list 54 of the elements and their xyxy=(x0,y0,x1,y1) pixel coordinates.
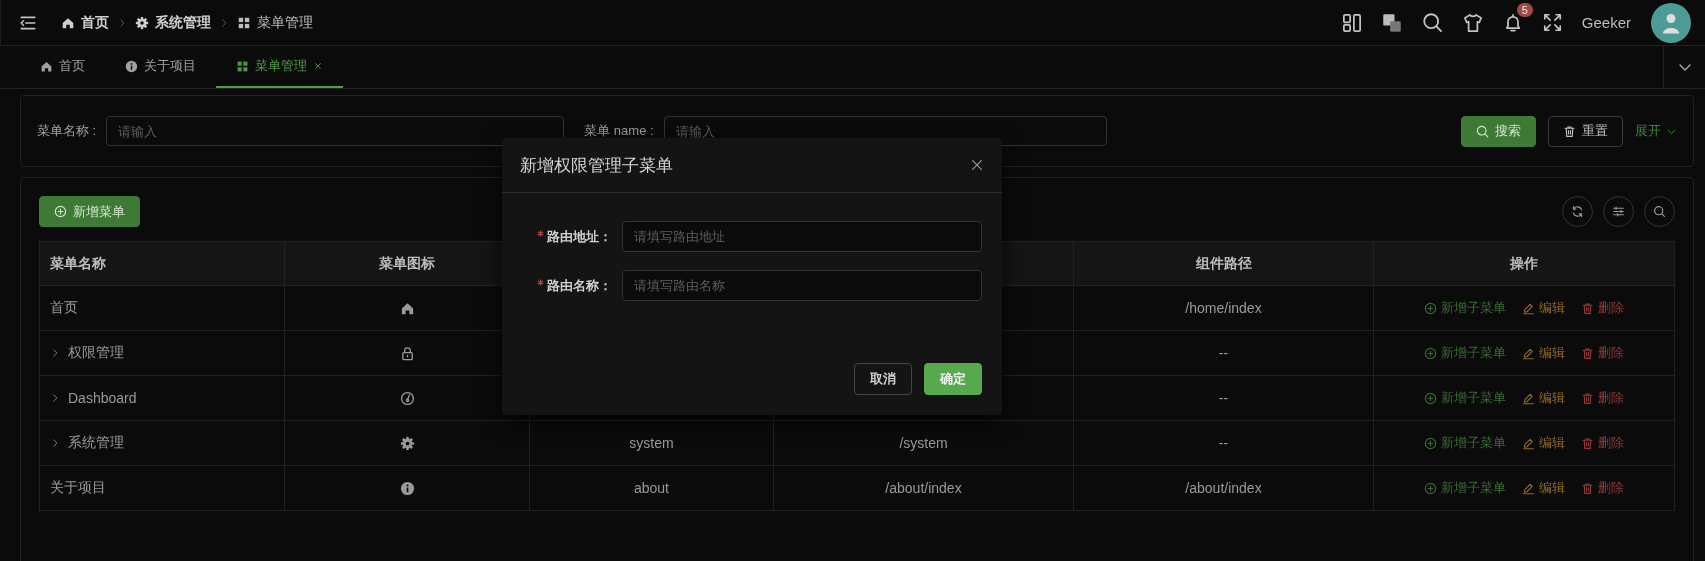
column-header: 菜单名称 xyxy=(40,242,285,286)
delete-link[interactable]: 删除 xyxy=(1581,479,1624,497)
field-label: 路由地址： xyxy=(547,227,612,246)
delete-link[interactable]: 删除 xyxy=(1581,299,1624,317)
column-header: 操作 xyxy=(1374,242,1675,286)
add-menu-button[interactable]: 新增菜单 xyxy=(39,196,140,227)
cancel-button[interactable]: 取消 xyxy=(854,363,912,395)
input-field[interactable]: 请输入 xyxy=(106,116,565,146)
search-button[interactable]: 搜索 xyxy=(1461,115,1536,147)
breadcrumb-item[interactable]: 系统管理 xyxy=(155,13,211,32)
delete-link[interactable]: 删除 xyxy=(1581,389,1624,407)
table-cell: /about/index xyxy=(1185,480,1262,496)
input-field[interactable]: 请填写路由名称 xyxy=(622,270,982,301)
input-field[interactable]: 请填写路由地址 xyxy=(622,221,982,252)
table-cell: -- xyxy=(1218,435,1229,451)
table-cell: /about/index xyxy=(885,480,962,496)
edit-link[interactable]: 编辑 xyxy=(1522,479,1565,497)
tab[interactable]: 菜单管理 xyxy=(216,46,343,88)
add-link[interactable]: 新增子菜单 xyxy=(1424,389,1506,407)
table-cell: about xyxy=(633,480,669,496)
table-cell: 权限管理 xyxy=(68,344,124,362)
add-link[interactable]: 新增子菜单 xyxy=(1424,434,1506,452)
table-cell: -- xyxy=(1218,390,1229,406)
table-cell: /home/index xyxy=(1185,300,1262,316)
table-cell: system xyxy=(629,435,674,451)
add-link[interactable]: 新增子菜单 xyxy=(1424,479,1506,497)
edit-link[interactable]: 编辑 xyxy=(1522,434,1565,452)
edit-link[interactable]: 编辑 xyxy=(1522,344,1565,362)
notification-badge: 5 xyxy=(1516,2,1533,17)
table-cell: /system xyxy=(899,435,948,451)
table-cell: 关于项目 xyxy=(50,479,106,497)
table-cell: Dashboard xyxy=(68,390,137,406)
table-cell: 系统管理 xyxy=(68,434,124,452)
dialog-title: 新增权限管理子菜单 xyxy=(520,154,673,177)
field-label: 路由名称： xyxy=(547,276,612,295)
delete-link[interactable]: 删除 xyxy=(1581,344,1624,362)
reset-button[interactable]: 重置 xyxy=(1548,115,1623,147)
edit-link[interactable]: 编辑 xyxy=(1522,299,1565,317)
table-cell: -- xyxy=(1218,345,1229,361)
edit-link[interactable]: 编辑 xyxy=(1522,389,1565,407)
breadcrumb-item[interactable]: 菜单管理 xyxy=(257,13,313,32)
field-label: 菜单 name : xyxy=(584,122,654,140)
username[interactable]: Geeker xyxy=(1581,14,1631,31)
expand-link[interactable]: 展开 xyxy=(1635,122,1677,140)
column-header: 组件路径 xyxy=(1074,242,1374,286)
add-link[interactable]: 新增子菜单 xyxy=(1424,299,1506,317)
add-link[interactable]: 新增子菜单 xyxy=(1424,344,1506,362)
tab[interactable]: 首页 xyxy=(20,46,105,88)
table-cell: 首页 xyxy=(50,299,78,317)
tab[interactable]: 关于项目 xyxy=(105,46,216,88)
breadcrumb-item[interactable]: 首页 xyxy=(81,13,109,32)
field-label: 菜单名称 : xyxy=(37,122,97,140)
delete-link[interactable]: 删除 xyxy=(1581,434,1624,452)
confirm-button[interactable]: 确定 xyxy=(924,363,982,395)
